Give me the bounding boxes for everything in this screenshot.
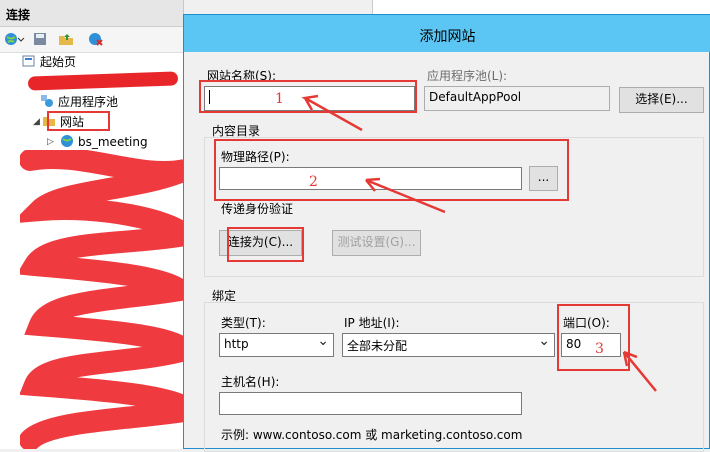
select-app-pool-button[interactable]: 选择(E)... bbox=[619, 87, 704, 113]
start-page-label: 起始页 bbox=[40, 55, 77, 69]
app-pool-icon bbox=[41, 95, 53, 107]
redaction-scribble bbox=[20, 150, 183, 449]
folder-up-icon[interactable] bbox=[58, 31, 74, 47]
annotation-number-3: 3 bbox=[595, 341, 604, 357]
redaction-mark bbox=[27, 71, 179, 91]
pass-through-auth-label: 传递身份验证 bbox=[221, 202, 294, 216]
connections-header: 连接 bbox=[0, 0, 183, 27]
annotation-number-1: 1 bbox=[275, 91, 284, 107]
annotation-number-2: 2 bbox=[309, 174, 318, 190]
disconnect-icon[interactable] bbox=[88, 31, 104, 47]
expand-toggle[interactable]: ◢ bbox=[33, 117, 40, 127]
save-icon[interactable] bbox=[32, 31, 48, 47]
app-pools-label: 应用程序池 bbox=[58, 95, 119, 109]
hostname-input[interactable] bbox=[219, 392, 522, 415]
start-page-icon bbox=[22, 55, 35, 67]
tree-item-start-page[interactable]: 起始页 bbox=[22, 53, 76, 71]
ip-address-label: IP 地址(I): bbox=[344, 316, 400, 330]
dialog-title-bar[interactable]: 添加网站 bbox=[184, 15, 710, 52]
globe-icon bbox=[61, 135, 73, 147]
tree-item-site[interactable]: bs_meeting bbox=[60, 133, 148, 151]
connections-title: 连接 bbox=[6, 8, 31, 22]
annotation-box-port bbox=[557, 304, 630, 371]
site-label: bs_meeting bbox=[78, 135, 148, 149]
tree-item-app-pools[interactable]: 应用程序池 bbox=[40, 93, 118, 111]
annotation-box-site-name bbox=[199, 80, 417, 113]
type-select[interactable]: http bbox=[219, 333, 334, 357]
expand-toggle[interactable]: ▷ bbox=[47, 137, 54, 147]
ip-address-select[interactable]: 全部未分配 bbox=[342, 333, 555, 357]
dialog-title: 添加网站 bbox=[419, 29, 476, 45]
hostname-label: 主机名(H): bbox=[221, 375, 280, 389]
annotation-box-sites bbox=[47, 111, 110, 131]
annotation-box-physical-path bbox=[214, 139, 569, 201]
type-label: 类型(T): bbox=[221, 316, 266, 330]
test-settings-button: 测试设置(G)... bbox=[332, 230, 421, 256]
annotation-box-connect-as bbox=[227, 227, 304, 262]
chevron-down-icon[interactable] bbox=[17, 31, 25, 47]
hostname-example-text: 示例: www.contoso.com 或 marketing.contoso.… bbox=[221, 428, 523, 442]
connections-pane: 连接 起始页 应用程序池 ◢ 网站 ▷ bs_meeting bbox=[0, 0, 184, 449]
app-pool-label: 应用程序池(L): bbox=[427, 69, 508, 83]
app-pool-field: DefaultAppPool bbox=[424, 86, 610, 111]
connections-toolbar bbox=[0, 27, 183, 53]
